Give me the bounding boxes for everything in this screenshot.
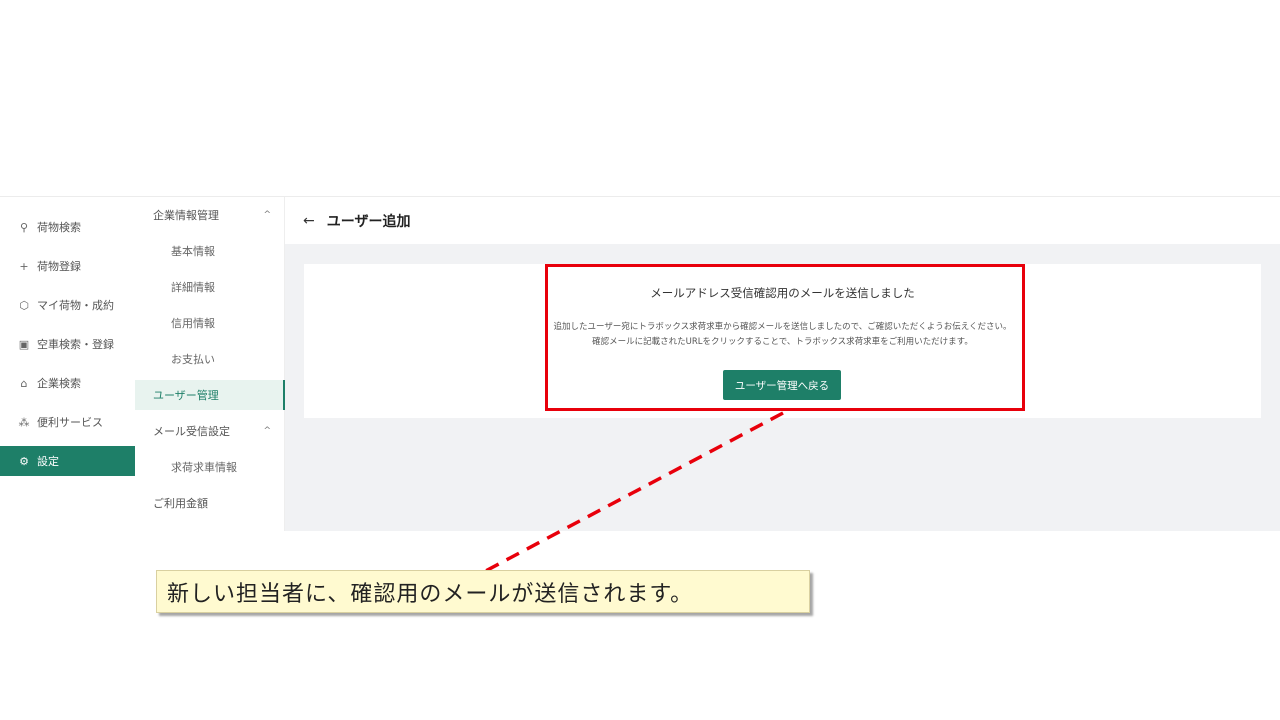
nav-item-services[interactable]: ⁂ 便利サービス <box>0 407 135 437</box>
search-icon: ⚲ <box>19 220 29 234</box>
nav-item-label: マイ荷物・成約 <box>37 299 114 312</box>
submenu-detail-info[interactable]: 詳細情報 <box>135 272 285 302</box>
submenu-credit-info[interactable]: 信用情報 <box>135 308 285 338</box>
main-nav: ⚲ 荷物検索 + 荷物登録 ⬡ マイ荷物・成約 ▣ 空車検索・登録 ⌂ 企業検索… <box>0 197 135 531</box>
back-arrow-icon[interactable]: ← <box>303 213 315 229</box>
truck-icon: ▣ <box>18 337 30 351</box>
submenu-label: 企業情報管理 <box>153 209 219 222</box>
home-icon: ⌂ <box>20 376 28 390</box>
cube-icon: ⬡ <box>19 298 29 312</box>
nav-item-label: 荷物登録 <box>37 260 81 273</box>
submenu-label: お支払い <box>171 353 215 366</box>
submenu-usage-fee[interactable]: ご利用金額 <box>135 488 285 518</box>
nav-item-cargo-search[interactable]: ⚲ 荷物検索 <box>0 212 135 242</box>
submenu-mail-settings[interactable]: メール受信設定 ^ <box>135 416 285 446</box>
nav-item-vehicle-search[interactable]: ▣ 空車検索・登録 <box>0 329 135 359</box>
submenu-label: ご利用金額 <box>153 497 208 510</box>
nav-item-label: 荷物検索 <box>37 221 81 234</box>
submenu-label: 求荷求車情報 <box>171 461 237 474</box>
chevron-up-icon: ^ <box>263 426 271 436</box>
nav-item-label: 企業検索 <box>37 377 81 390</box>
submenu-label: 基本情報 <box>171 245 215 258</box>
submenu-label: 詳細情報 <box>171 281 215 294</box>
gear-icon: ⚙ <box>19 454 29 468</box>
submenu-label: 信用情報 <box>171 317 215 330</box>
submenu-label: メール受信設定 <box>153 425 230 438</box>
nav-item-my-cargo[interactable]: ⬡ マイ荷物・成約 <box>0 290 135 320</box>
submenu-payment[interactable]: お支払い <box>135 344 285 374</box>
submenu-company-info[interactable]: 企業情報管理 ^ <box>135 200 285 230</box>
submenu-basic-info[interactable]: 基本情報 <box>135 236 285 266</box>
plus-icon: + <box>19 259 29 273</box>
highlight-box <box>545 264 1025 411</box>
submenu-job-vehicle-info[interactable]: 求荷求車情報 <box>135 452 285 482</box>
nav-item-settings[interactable]: ⚙ 設定 <box>0 446 135 476</box>
chevron-up-icon: ^ <box>263 210 271 220</box>
nav-item-label: 設定 <box>37 455 59 468</box>
submenu-user-management[interactable]: ユーザー管理 <box>135 380 285 410</box>
nav-item-company-search[interactable]: ⌂ 企業検索 <box>0 368 135 398</box>
page-header: ← ユーザー追加 <box>285 197 1280 244</box>
nav-item-label: 空車検索・登録 <box>37 338 114 351</box>
nav-item-cargo-register[interactable]: + 荷物登録 <box>0 251 135 281</box>
settings-submenu: 企業情報管理 ^ 基本情報 詳細情報 信用情報 お支払い ユーザー管理 メール受… <box>135 197 285 531</box>
nav-item-label: 便利サービス <box>37 416 103 429</box>
submenu-label: ユーザー管理 <box>153 389 219 402</box>
callout-note: 新しい担当者に、確認用のメールが送信されます。 <box>156 570 810 613</box>
page-title: ユーザー追加 <box>326 213 411 230</box>
service-icon: ⁂ <box>18 415 30 429</box>
